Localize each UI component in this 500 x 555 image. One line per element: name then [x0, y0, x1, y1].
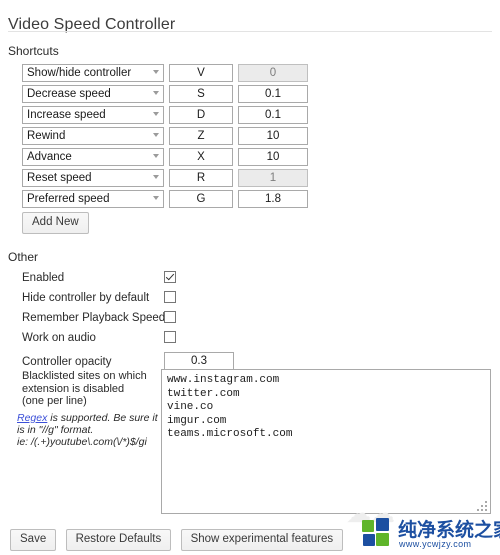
- shortcut-value-cell: [233, 169, 308, 190]
- shortcut-action-select[interactable]: Show/hide controllerDecrease speedIncrea…: [22, 190, 164, 208]
- option-checkbox[interactable]: [164, 271, 176, 283]
- shortcut-value-input[interactable]: [238, 106, 308, 124]
- shortcut-action-select[interactable]: Show/hide controllerDecrease speedIncrea…: [22, 64, 164, 82]
- controller-opacity-label: Controller opacity: [22, 356, 112, 368]
- watermark-logo: ☁☁ 纯净系统之家 www.ycwjzy.com: [346, 498, 500, 554]
- shortcut-action-select-wrap: Show/hide controllerDecrease speedIncrea…: [22, 148, 164, 166]
- shortcut-value-input[interactable]: [238, 190, 308, 208]
- shortcut-action-select-wrap: Show/hide controllerDecrease speedIncrea…: [22, 169, 164, 187]
- watermark-url: www.ycwjzy.com: [399, 539, 472, 549]
- other-option-control: [164, 271, 176, 286]
- show-experimental-features-button[interactable]: Show experimental features: [180, 529, 344, 551]
- other-option-control: [164, 311, 176, 326]
- shortcut-action-cell: Show/hide controllerDecrease speedIncrea…: [22, 190, 164, 211]
- shortcut-key-input[interactable]: [169, 127, 233, 145]
- shortcut-action-select-wrap: Show/hide controllerDecrease speedIncrea…: [22, 64, 164, 82]
- regex-help-note: Regex is supported. Be sure it is in "//…: [17, 412, 165, 448]
- other-heading: Other: [8, 250, 39, 264]
- other-option-row: Remember Playback Speed: [22, 310, 492, 330]
- shortcut-key-cell: [164, 127, 233, 148]
- shortcut-row: Show/hide controllerDecrease speedIncrea…: [22, 85, 308, 106]
- shortcut-key-input[interactable]: [169, 190, 233, 208]
- option-checkbox[interactable]: [164, 331, 176, 343]
- shortcut-row: Show/hide controllerDecrease speedIncrea…: [22, 64, 308, 85]
- shortcut-key-input[interactable]: [169, 148, 233, 166]
- shortcut-row: Show/hide controllerDecrease speedIncrea…: [22, 148, 308, 169]
- shortcut-value-cell: [233, 148, 308, 169]
- save-button[interactable]: Save: [10, 529, 57, 551]
- other-option-label: Enabled: [22, 272, 65, 284]
- shortcut-row: Show/hide controllerDecrease speedIncrea…: [22, 106, 308, 127]
- shortcuts-heading: Shortcuts: [8, 44, 59, 58]
- regex-note-text-2: ie: /(.+)youtube\.com(\/*)$/gi: [17, 436, 147, 448]
- shortcut-value-input: [238, 64, 308, 82]
- shortcut-action-select[interactable]: Show/hide controllerDecrease speedIncrea…: [22, 85, 164, 103]
- shortcut-action-cell: Show/hide controllerDecrease speedIncrea…: [22, 106, 164, 127]
- shortcut-row: Show/hide controllerDecrease speedIncrea…: [22, 127, 308, 148]
- shortcut-value-cell: [233, 85, 308, 106]
- other-option-row: Enabled: [22, 270, 492, 290]
- shortcut-key-cell: [164, 190, 233, 211]
- shortcut-action-select-wrap: Show/hide controllerDecrease speedIncrea…: [22, 85, 164, 103]
- shortcut-value-input: [238, 169, 308, 187]
- other-option-label: Work on audio: [22, 332, 96, 344]
- shortcut-key-input[interactable]: [169, 64, 233, 82]
- shortcut-row: Show/hide controllerDecrease speedIncrea…: [22, 169, 308, 190]
- shortcut-value-input[interactable]: [238, 148, 308, 166]
- footer-buttons: Save Restore Defaults Show experimental …: [10, 529, 349, 551]
- controller-opacity-input[interactable]: [164, 352, 234, 370]
- watermark-brand: 纯净系统之家: [398, 519, 500, 541]
- shortcut-key-cell: [164, 85, 233, 106]
- shortcut-value-cell: [233, 64, 308, 85]
- shortcut-key-input[interactable]: [169, 85, 233, 103]
- shortcut-value-cell: [233, 190, 308, 211]
- shortcut-key-cell: [164, 106, 233, 127]
- watermark-tiles-icon: [362, 518, 392, 548]
- shortcut-key-input[interactable]: [169, 169, 233, 187]
- restore-defaults-button[interactable]: Restore Defaults: [65, 529, 172, 551]
- shortcut-value-cell: [233, 127, 308, 148]
- title-divider: [8, 31, 492, 32]
- blacklist-label-line3: (one per line): [22, 395, 87, 407]
- shortcut-action-select[interactable]: Show/hide controllerDecrease speedIncrea…: [22, 169, 164, 187]
- other-option-label: Remember Playback Speed: [22, 312, 166, 324]
- option-checkbox[interactable]: [164, 291, 176, 303]
- controller-opacity-control: [164, 352, 234, 370]
- shortcut-action-select-wrap: Show/hide controllerDecrease speedIncrea…: [22, 190, 164, 208]
- blacklist-label-line2: extension is disabled: [22, 382, 125, 395]
- regex-link[interactable]: Regex: [17, 412, 47, 424]
- shortcut-action-cell: Show/hide controllerDecrease speedIncrea…: [22, 148, 164, 169]
- other-option-label: Hide controller by default: [22, 292, 150, 304]
- shortcut-action-cell: Show/hide controllerDecrease speedIncrea…: [22, 169, 164, 190]
- blacklist-label-line1: Blacklisted sites on which: [22, 370, 147, 382]
- shortcut-action-select-wrap: Show/hide controllerDecrease speedIncrea…: [22, 127, 164, 145]
- other-options-list: Enabled Hide controller by default Remembe…: [22, 270, 492, 380]
- shortcut-action-select[interactable]: Show/hide controllerDecrease speedIncrea…: [22, 106, 164, 124]
- shortcut-action-select[interactable]: Show/hide controllerDecrease speedIncrea…: [22, 127, 164, 145]
- shortcut-action-select[interactable]: Show/hide controllerDecrease speedIncrea…: [22, 148, 164, 166]
- shortcut-action-select-wrap: Show/hide controllerDecrease speedIncrea…: [22, 106, 164, 124]
- shortcut-key-input[interactable]: [169, 106, 233, 124]
- other-option-control: [164, 291, 176, 306]
- shortcut-value-input[interactable]: [238, 127, 308, 145]
- blacklist-textarea[interactable]: [161, 369, 491, 514]
- shortcut-key-cell: [164, 64, 233, 85]
- other-option-row: Work on audio: [22, 330, 492, 350]
- option-checkbox[interactable]: [164, 311, 176, 323]
- shortcut-key-cell: [164, 169, 233, 190]
- shortcut-action-cell: Show/hide controllerDecrease speedIncrea…: [22, 127, 164, 148]
- shortcuts-table: Show/hide controllerDecrease speedIncrea…: [22, 64, 308, 211]
- other-option-row: Hide controller by default: [22, 290, 492, 310]
- shortcut-value-cell: [233, 106, 308, 127]
- shortcut-action-cell: Show/hide controllerDecrease speedIncrea…: [22, 64, 164, 85]
- add-new-button[interactable]: Add New: [22, 212, 89, 234]
- blacklist-label: Blacklisted sites on which extension is …: [22, 370, 154, 408]
- other-option-control: [164, 331, 176, 346]
- shortcut-action-cell: Show/hide controllerDecrease speedIncrea…: [22, 85, 164, 106]
- shortcut-value-input[interactable]: [238, 85, 308, 103]
- shortcut-key-cell: [164, 148, 233, 169]
- shortcut-row: Show/hide controllerDecrease speedIncrea…: [22, 190, 308, 211]
